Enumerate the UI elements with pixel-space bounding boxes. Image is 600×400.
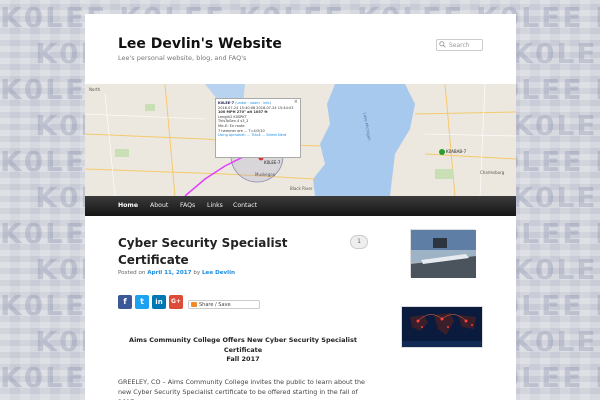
nav-item-faqs[interactable]: FAQs xyxy=(180,202,195,209)
map-info-popup[interactable]: × K0LEE-7 (under · zoom · info) 2016-07-… xyxy=(215,98,301,158)
facebook-share-button[interactable]: f xyxy=(118,295,132,309)
map-station-label-c: K0ABAB-7 xyxy=(446,149,467,154)
facebook-icon: f xyxy=(123,297,127,306)
map-station-label-b: K0LEE-7 xyxy=(264,160,281,165)
headline-line: Aims Community College Offers New Cyber … xyxy=(129,336,357,344)
headline-line: Fall 2017 xyxy=(226,355,260,363)
google-plus-share-button[interactable]: G+ xyxy=(169,295,183,309)
post-meta: Posted on April 11, 2017 by Lee Devlin xyxy=(118,270,235,276)
map-place-label: Black River xyxy=(290,186,313,191)
popup-title[interactable]: K0LEE-7 xyxy=(218,101,234,105)
post-body: GREELEY, CO – Aims Community College inv… xyxy=(118,378,365,400)
cyber-attack-map-image xyxy=(402,307,482,347)
nav-item-links[interactable]: Links xyxy=(207,202,223,209)
page-container: Lee Devlin's Website Lee's personal webs… xyxy=(85,14,516,400)
sidebar-widget-image-airplane[interactable] xyxy=(410,229,476,278)
airplane-photo xyxy=(411,230,476,278)
search-icon xyxy=(439,41,446,48)
map-place-label: Charlesburg xyxy=(480,170,505,175)
linkedin-icon: in xyxy=(155,298,163,306)
share-icon xyxy=(191,302,197,307)
author-link[interactable]: Lee Devlin xyxy=(202,270,235,276)
site-description: Lee's personal website, blog, and FAQ's xyxy=(118,54,247,62)
main-navigation: Home About FAQs Links Contact xyxy=(85,196,516,216)
headline-line: Certificate xyxy=(223,345,263,354)
header-banner-map: K0LEE-4 K0LEE-7 K0ABAB-7 Lake Michigan N… xyxy=(85,84,516,196)
nav-item-contact[interactable]: Contact xyxy=(233,202,257,209)
site-title[interactable]: Lee Devlin's Website xyxy=(118,36,282,52)
nav-item-about[interactable]: About xyxy=(150,202,168,209)
posted-on-label: Posted on xyxy=(118,270,146,276)
comment-count-badge[interactable]: 1 xyxy=(350,235,368,249)
post-date-link[interactable]: April 11, 2017 xyxy=(147,270,191,276)
twitter-icon: t xyxy=(140,297,144,306)
linkedin-share-button[interactable]: in xyxy=(152,295,166,309)
search-input[interactable]: Search xyxy=(436,39,483,51)
popup-line: Using Aprsdnet: ... Track ... Street Ner… xyxy=(218,133,287,138)
share-save-button[interactable]: Share / Save xyxy=(188,300,260,309)
close-icon[interactable]: × xyxy=(294,100,298,105)
sidebar-widget-image-cyber-map[interactable] xyxy=(401,306,483,348)
by-label: by xyxy=(193,270,201,276)
nav-item-home[interactable]: Home xyxy=(118,202,138,209)
map-place-label: Muskegon xyxy=(255,172,276,177)
post-headline: Aims Community College Offers New Cyber … xyxy=(118,336,368,365)
search-placeholder: Search xyxy=(449,42,470,49)
post-title[interactable]: Cyber Security Specialist Certificate xyxy=(118,235,318,269)
map-place-label: North xyxy=(89,87,101,92)
popup-links[interactable]: (under · zoom · info) xyxy=(235,101,271,105)
google-plus-icon: G+ xyxy=(171,298,181,305)
twitter-share-button[interactable]: t xyxy=(135,295,149,309)
share-save-label: Share / Save xyxy=(199,302,231,308)
